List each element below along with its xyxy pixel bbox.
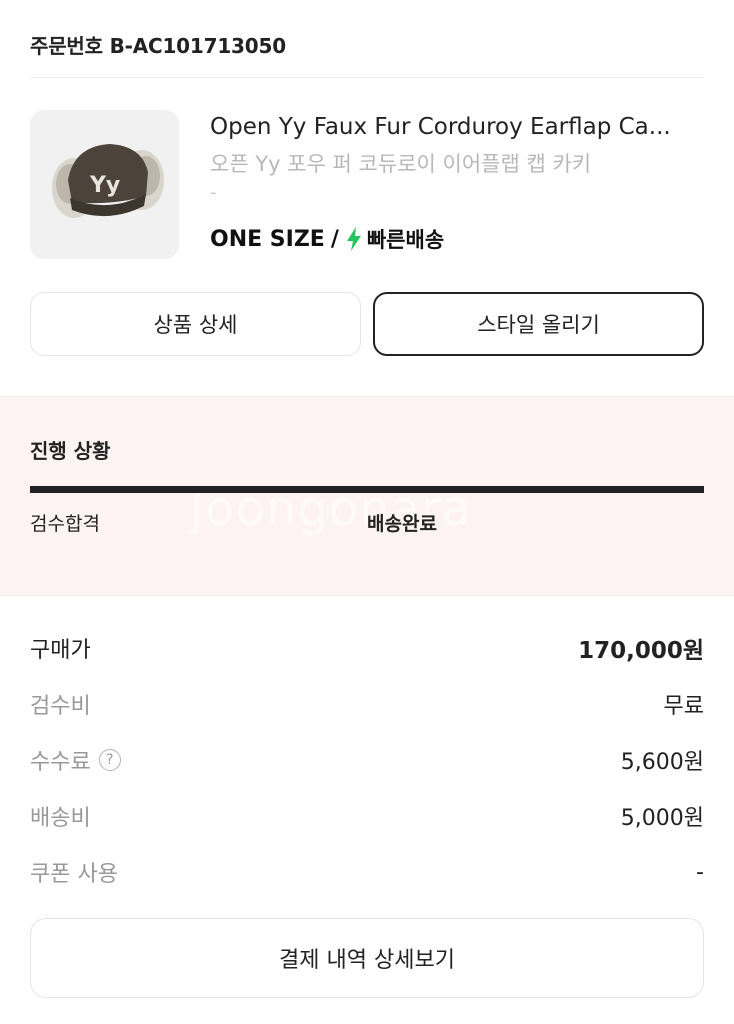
progress-bar (30, 486, 704, 493)
progress-step-inspection-passed: 검수합격 (30, 513, 100, 535)
hat-logo: Yy (89, 173, 120, 198)
price-row-shipping: 배송비 5,000원 (30, 799, 704, 833)
lightning-icon (346, 227, 361, 251)
size-delivery-row: ONE SIZE / 빠른배송 (210, 224, 444, 254)
divider (30, 77, 704, 78)
fast-delivery-label: 빠른배송 (366, 228, 445, 252)
size-separator: / (330, 226, 339, 252)
product-image[interactable]: Yy (30, 110, 179, 259)
help-icon[interactable]: ? (98, 749, 121, 771)
shipping-fee-label: 배송비 (30, 806, 91, 831)
progress-step-delivered: 배송완료 (367, 513, 437, 535)
price-row-coupon: 쿠폰 사용 - (30, 855, 704, 889)
product-name-english[interactable]: Open Yy Faux Fur Corduroy Earflap Ca... (210, 114, 704, 140)
coupon-label: 쿠폰 사용 (30, 862, 118, 887)
order-number: 주문번호 B-AC101713050 (30, 34, 286, 58)
product-name-korean: 오픈 Yy 포우 퍼 코듀로이 이어플랩 캡 카키 (210, 152, 592, 176)
progress-section: 진행 상황 Joongonara 검수합격 배송완료 (0, 396, 734, 596)
price-row-commission: 수수료 ? 5,600원 (30, 743, 704, 777)
commission-label: 수수료 (30, 750, 91, 775)
shipping-fee-value: 5,000원 (620, 806, 704, 831)
purchase-price-value: 170,000원 (578, 638, 704, 664)
inspection-fee-value: 무료 (663, 694, 704, 719)
coupon-value: - (696, 859, 704, 885)
post-style-button[interactable]: 스타일 올리기 (373, 292, 704, 356)
progress-title: 진행 상황 (30, 439, 111, 463)
product-size: ONE SIZE (210, 226, 325, 252)
payment-detail-button[interactable]: 결제 내역 상세보기 (30, 918, 704, 998)
commission-value: 5,600원 (620, 750, 704, 775)
product-image-hat: Yy (52, 144, 164, 218)
price-row-inspection: 검수비 무료 (30, 687, 704, 721)
commission-label-group: 수수료 ? (30, 744, 121, 776)
price-row-purchase: 구매가 170,000원 (30, 631, 704, 665)
inspection-fee-label: 검수비 (30, 694, 91, 719)
product-option-placeholder: - (210, 182, 217, 203)
product-detail-button[interactable]: 상품 상세 (30, 292, 361, 356)
purchase-price-label: 구매가 (30, 638, 91, 663)
